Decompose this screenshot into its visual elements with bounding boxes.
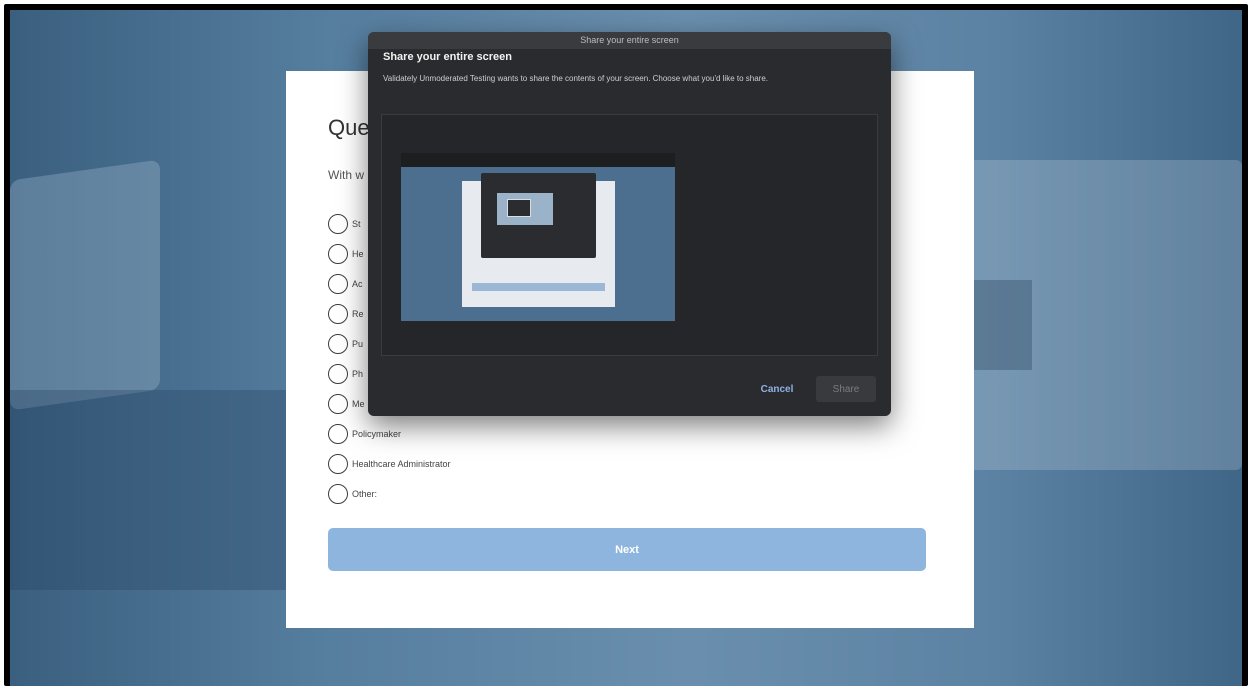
option-label: Pu	[352, 339, 364, 349]
option-label: Ac	[352, 279, 363, 289]
radio-button[interactable]	[328, 484, 348, 504]
option-policymaker[interactable]: Policymaker	[328, 419, 868, 449]
option-label: Me	[352, 399, 365, 409]
option-label: Other:	[352, 489, 378, 499]
bg-shape	[10, 390, 300, 590]
option-healthcare-administrator[interactable]: Healthcare Administrator	[328, 449, 868, 479]
share-button[interactable]: Share	[816, 376, 876, 402]
option-label: Re	[352, 309, 364, 319]
thumbnail-preview-inner	[507, 199, 531, 217]
cancel-button[interactable]: Cancel	[748, 376, 806, 402]
radio-button[interactable]	[328, 394, 348, 414]
option-label: Policymaker	[352, 429, 402, 439]
next-button[interactable]: Next	[328, 528, 926, 571]
option-other[interactable]: Other:	[328, 479, 868, 509]
thumbnail-topbar	[401, 153, 675, 167]
dialog-description: Validately Unmoderated Testing wants to …	[383, 74, 769, 83]
bg-shape	[972, 280, 1032, 370]
radio-button[interactable]	[328, 214, 348, 234]
bg-shape	[10, 159, 160, 411]
dialog-heading: Share your entire screen	[383, 51, 513, 63]
radio-button[interactable]	[328, 244, 348, 264]
radio-button[interactable]	[328, 454, 348, 474]
option-label: Healthcare Administrator	[352, 459, 451, 469]
radio-button[interactable]	[328, 304, 348, 324]
question-title: Que	[328, 115, 370, 140]
thumbnail-button	[472, 283, 605, 291]
question-prompt: With w	[328, 168, 364, 182]
option-label: St	[352, 219, 361, 229]
option-label: Ph	[352, 369, 364, 379]
radio-button[interactable]	[328, 274, 348, 294]
screen-picker-area	[381, 114, 878, 356]
share-screen-dialog: Share your entire screen Share your enti…	[368, 32, 891, 416]
radio-button[interactable]	[328, 424, 348, 444]
radio-button[interactable]	[328, 334, 348, 354]
screen-thumbnail[interactable]	[401, 153, 675, 321]
option-label: He	[352, 249, 364, 259]
dialog-titlebar: Share your entire screen	[368, 32, 891, 49]
radio-button[interactable]	[328, 364, 348, 384]
